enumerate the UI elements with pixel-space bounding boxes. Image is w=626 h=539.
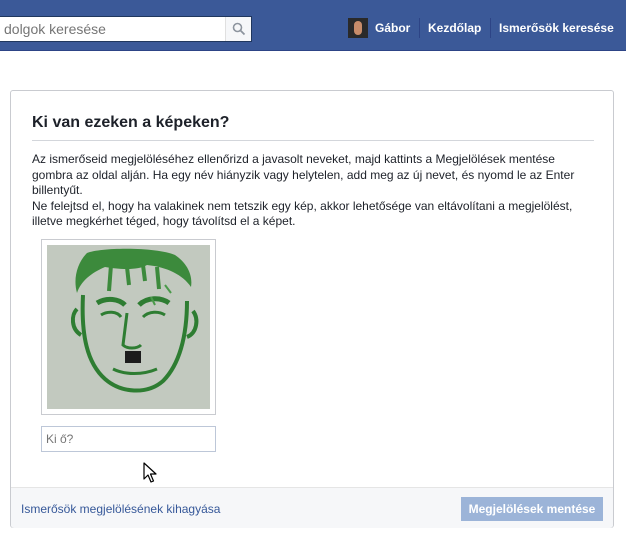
face-sketch-image bbox=[47, 245, 210, 409]
top-navigation-bar: Gábor Kezdőlap Ismerősök keresése bbox=[0, 0, 626, 51]
skip-tagging-link[interactable]: Ismerősök megjelölésének kihagyása bbox=[21, 502, 220, 516]
search-input[interactable] bbox=[0, 17, 224, 41]
save-tags-button[interactable]: Megjelölések mentése bbox=[461, 497, 603, 521]
nav-divider bbox=[419, 18, 420, 38]
instructions-paragraph: Ne felejtsd el, hogy ha valakinek nem te… bbox=[32, 198, 573, 229]
tag-name-input[interactable] bbox=[41, 426, 216, 452]
mouse-pointer-icon bbox=[143, 462, 157, 483]
tag-photos-dialog: Ki van ezeken a képeken? Az ismerőseid m… bbox=[10, 90, 614, 528]
nav-divider bbox=[490, 18, 491, 38]
photo-thumbnail[interactable] bbox=[41, 239, 216, 415]
search-icon bbox=[232, 22, 246, 36]
search-box bbox=[0, 16, 252, 42]
search-button[interactable] bbox=[225, 17, 251, 41]
profile-link[interactable]: Gábor bbox=[375, 21, 410, 35]
instructions: Az ismerőseid megjelöléséhez ellenőrizd … bbox=[32, 152, 597, 230]
avatar[interactable] bbox=[348, 18, 368, 38]
instructions-paragraph: Az ismerőseid megjelöléséhez ellenőrizd … bbox=[32, 152, 575, 198]
home-link[interactable]: Kezdőlap bbox=[428, 21, 481, 35]
dialog-title: Ki van ezeken a képeken? bbox=[32, 114, 230, 131]
find-friends-link[interactable]: Ismerősök keresése bbox=[499, 21, 614, 35]
title-divider bbox=[32, 140, 594, 141]
dialog-footer: Ismerősök megjelölésének kihagyása Megje… bbox=[11, 487, 613, 528]
